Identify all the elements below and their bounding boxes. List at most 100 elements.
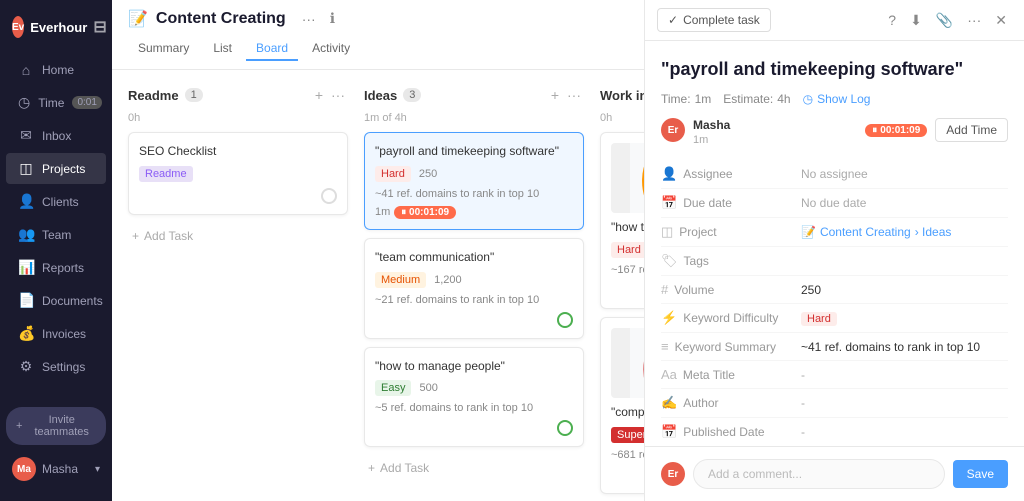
card-manage-people[interactable]: "how to manage people" Easy 500 ~5 ref. … (364, 347, 584, 448)
column-more-button[interactable]: ··· (564, 86, 584, 104)
card-status-dot[interactable] (557, 420, 573, 436)
add-task-button-ideas[interactable]: + Add Task (364, 455, 584, 481)
sidebar-item-invoices[interactable]: 💰 Invoices (6, 318, 106, 349)
chevron-down-icon: ▾ (95, 464, 100, 475)
sidebar-item-home[interactable]: ⌂ Home (6, 55, 106, 85)
sidebar-item-label: Reports (42, 261, 84, 275)
complete-task-button[interactable]: ✓ Complete task (657, 8, 771, 32)
card-footer (375, 420, 573, 436)
sidebar-user[interactable]: Ma Masha ▾ (6, 453, 106, 485)
column-header-wip: Work in Progress 2 + ··· (600, 86, 644, 104)
user-name: Masha (42, 462, 78, 476)
volume-icon: # (661, 282, 668, 297)
card-seo-checklist[interactable]: SEO Checklist Readme (128, 132, 348, 215)
card-team-communication[interactable]: "team communication" Medium 1,200 ~21 re… (364, 238, 584, 339)
card-payroll[interactable]: "payroll and timekeeping software" Hard … (364, 132, 584, 230)
app-logo-icon: Ev (12, 16, 24, 38)
plus-icon: + (368, 461, 375, 475)
field-value-meta-title[interactable]: - (801, 368, 1008, 382)
comment-input-row: Er Save (645, 446, 1024, 501)
invoices-icon: 💰 (18, 325, 34, 342)
sidebar-item-time[interactable]: ◷ Time 0:01 (6, 87, 106, 118)
timer-running: ⏸ 00:01:09 (394, 206, 456, 219)
column-readme: Readme 1 + ··· 0h SEO Checklist Readme (128, 86, 348, 249)
field-label: 📅 Published Date (661, 424, 801, 440)
comment-input[interactable] (693, 459, 945, 489)
field-project: ◫ Project 📝 Content Creating › Ideas (661, 218, 1008, 247)
sidebar-item-projects[interactable]: ◫ Projects (6, 153, 106, 184)
sidebar-item-reports[interactable]: 📊 Reports (6, 252, 106, 283)
detail-comment-row: Er Masha 1m ⏸ 00:01:09 Add Time (661, 118, 1008, 146)
commenter-avatar: Er (661, 118, 685, 142)
tab-board[interactable]: Board (246, 37, 298, 61)
commenter-time: 1m (693, 134, 857, 146)
field-label: ◫ Project (661, 224, 801, 240)
tab-list[interactable]: List (203, 37, 242, 61)
tab-summary[interactable]: Summary (128, 37, 199, 61)
field-label: ✍ Author (661, 395, 801, 411)
field-keyword-summary: ≡ Keyword Summary ~41 ref. domains to ra… (661, 333, 1008, 361)
card-save-money[interactable]: 65 Keyword Difficulty "how to save money… (600, 132, 644, 309)
field-value-project[interactable]: 📝 Content Creating › Ideas (801, 225, 1008, 239)
info-button[interactable]: ℹ (326, 8, 339, 29)
sidebar-item-settings[interactable]: ⚙ Settings (6, 351, 106, 382)
sidebar-item-label: Time (38, 96, 64, 110)
sidebar-item-clients[interactable]: 👤 Clients (6, 186, 106, 217)
column-more-button[interactable]: ··· (328, 86, 348, 104)
help-icon-button[interactable]: ? (883, 9, 901, 32)
column-header-ideas: Ideas 3 + ··· (364, 86, 584, 104)
field-label: 🏷 Tags (661, 253, 801, 269)
card-tags-row: Readme (139, 166, 337, 182)
add-task-button-readme[interactable]: + Add Task (128, 223, 348, 249)
user-avatar: Ma (12, 457, 36, 481)
sidebar-item-documents[interactable]: 📄 Documents (6, 285, 106, 316)
field-value-published-date[interactable]: - (801, 425, 1008, 439)
detail-meta: Time: 1m Estimate: 4h ◷ Show Log (661, 92, 1008, 106)
column-ideas: Ideas 3 + ··· 1m of 4h "payroll and time… (364, 86, 584, 481)
card-status-dot[interactable] (321, 188, 337, 204)
clients-icon: 👤 (18, 193, 34, 210)
column-title: Work in Progress (600, 88, 644, 103)
card-footer (139, 188, 337, 204)
tab-activity[interactable]: Activity (302, 37, 360, 61)
toolbar-actions: ? ⬇ 📎 ··· ✕ (883, 9, 1012, 32)
card-title: "payroll and timekeeping software" (375, 143, 573, 160)
sidebar-item-label: Clients (42, 195, 79, 209)
sidebar-collapse-icon[interactable]: ⊟ (93, 17, 106, 37)
card-status-dot[interactable] (557, 312, 573, 328)
card-volume: 1,200 (434, 274, 462, 286)
attachment-icon-button[interactable]: 📎 (931, 9, 958, 32)
sidebar-bottom: + Invite teammates Ma Masha ▾ (0, 399, 112, 493)
more-options-button[interactable]: ··· (298, 9, 320, 29)
sidebar-item-label: Home (42, 63, 74, 77)
difficulty-icon: ⚡ (661, 310, 677, 326)
download-icon-button[interactable]: ⬇ (905, 9, 927, 32)
field-value-volume: 250 (801, 283, 1008, 297)
field-value-author[interactable]: - (801, 396, 1008, 410)
card-title: "how to manage people" (375, 358, 573, 375)
invite-teammates-button[interactable]: + Invite teammates (6, 407, 106, 445)
column-time: 1m of 4h (364, 112, 584, 124)
more-options-button[interactable]: ··· (962, 9, 986, 32)
field-value-assignee[interactable]: No assignee (801, 167, 1008, 181)
card-company-scheduling[interactable]: 89 Keyword Difficulty "company schedulin… (600, 317, 644, 494)
field-keyword-difficulty: ⚡ Keyword Difficulty Hard (661, 304, 1008, 333)
field-label: # Volume (661, 282, 801, 297)
field-label: ⚡ Keyword Difficulty (661, 310, 801, 326)
sidebar-item-team[interactable]: 👥 Team (6, 219, 106, 250)
card-footer: 1m ⏸ 00:01:09 (375, 206, 573, 219)
add-time-button[interactable]: Add Time (935, 118, 1008, 142)
main-header: 📝 Content Creating ··· ℹ Summary List Bo… (112, 0, 644, 70)
field-value-due-date[interactable]: No due date (801, 196, 1008, 210)
card-desc: ~5 ref. domains to rank in top 10 (375, 402, 573, 414)
close-panel-button[interactable]: ✕ (990, 9, 1012, 32)
field-volume: # Volume 250 (661, 276, 1008, 304)
sidebar-item-inbox[interactable]: ✉ Inbox (6, 120, 106, 151)
plus-icon: + (132, 229, 139, 243)
meta-show-log[interactable]: ◷ Show Log (803, 92, 871, 106)
add-column-item-button[interactable]: + (548, 86, 562, 104)
detail-task-title: "payroll and timekeeping software" (661, 57, 1008, 82)
save-comment-button[interactable]: Save (953, 460, 1008, 488)
card-title: "team communication" (375, 249, 573, 266)
add-column-item-button[interactable]: + (312, 86, 326, 104)
